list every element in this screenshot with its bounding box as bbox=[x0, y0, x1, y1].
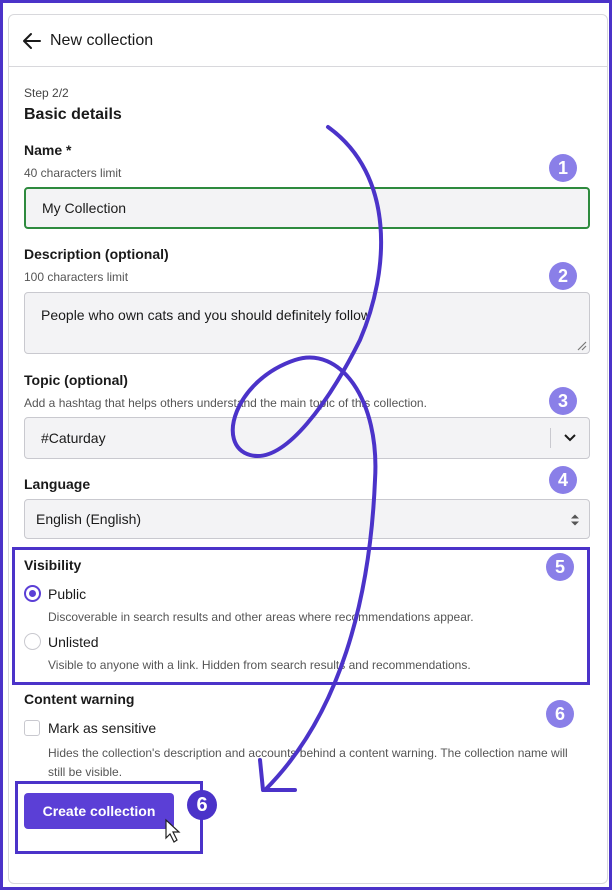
radio-public-description: Discoverable in search results and other… bbox=[48, 610, 474, 624]
language-value: English (English) bbox=[36, 511, 142, 527]
annotation-badge-3: 3 bbox=[549, 387, 577, 415]
chevron-down-icon[interactable] bbox=[563, 432, 577, 444]
radio-public-label[interactable]: Public bbox=[48, 586, 86, 602]
sensitive-checkbox[interactable] bbox=[24, 720, 40, 736]
annotation-badge-2: 2 bbox=[549, 262, 577, 290]
page-title: New collection bbox=[50, 32, 154, 49]
radio-unlisted[interactable] bbox=[24, 633, 41, 650]
description-value: People who own cats and you should defin… bbox=[41, 307, 371, 323]
resize-handle-icon[interactable] bbox=[575, 339, 587, 351]
arrow-left-icon[interactable] bbox=[22, 31, 42, 51]
topic-combobox[interactable]: #Caturday bbox=[24, 417, 590, 459]
radio-public[interactable] bbox=[24, 585, 41, 602]
annotation-badge-5: 5 bbox=[546, 553, 574, 581]
create-collection-button[interactable]: Create collection bbox=[24, 793, 174, 829]
step-indicator: Step 2/2 bbox=[24, 86, 69, 100]
select-arrows-icon bbox=[571, 514, 579, 526]
radio-unlisted-description: Visible to anyone with a link. Hidden fr… bbox=[48, 658, 471, 672]
name-input[interactable]: My Collection bbox=[24, 187, 590, 229]
description-hint: 100 characters limit bbox=[24, 270, 129, 284]
annotation-badge-6-submit: 6 bbox=[187, 790, 217, 820]
description-label: Description (optional) bbox=[24, 246, 169, 262]
radio-unlisted-label[interactable]: Unlisted bbox=[48, 634, 99, 650]
annotation-badge-6: 6 bbox=[546, 700, 574, 728]
topic-hint: Add a hashtag that helps others understa… bbox=[24, 396, 427, 410]
content-warning-description: Hides the collection's description and a… bbox=[48, 746, 568, 779]
annotation-badge-4: 4 bbox=[549, 466, 577, 494]
name-label: Name * bbox=[24, 142, 72, 158]
sensitive-checkbox-label[interactable]: Mark as sensitive bbox=[48, 720, 156, 736]
visibility-label: Visibility bbox=[24, 557, 82, 573]
description-textarea[interactable]: People who own cats and you should defin… bbox=[24, 292, 590, 354]
annotation-badge-1: 1 bbox=[549, 154, 577, 182]
language-label: Language bbox=[24, 476, 91, 492]
name-hint: 40 characters limit bbox=[24, 166, 122, 180]
language-select[interactable]: English (English) bbox=[24, 499, 590, 539]
topic-label: Topic (optional) bbox=[24, 372, 128, 388]
section-title: Basic details bbox=[24, 106, 122, 123]
topic-divider bbox=[550, 428, 551, 448]
topic-value: #Caturday bbox=[41, 430, 106, 446]
content-warning-label: Content warning bbox=[24, 691, 135, 707]
